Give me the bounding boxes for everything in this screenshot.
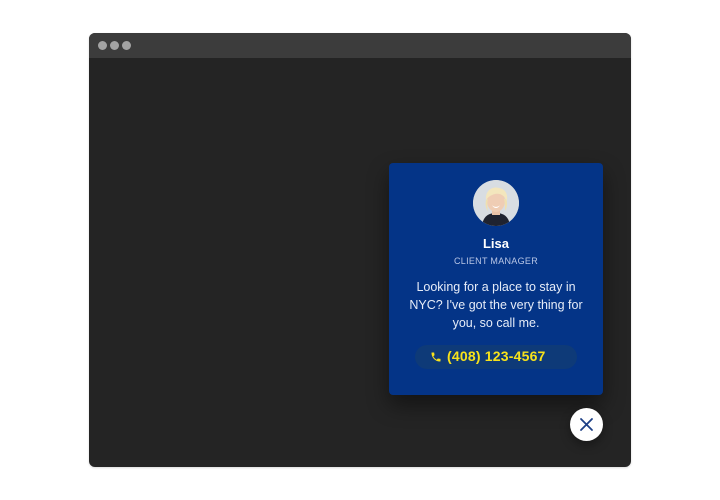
title-bar	[89, 33, 631, 58]
window-close-dot[interactable]	[98, 41, 107, 50]
agent-role: CLIENT MANAGER	[453, 256, 539, 266]
avatar-photo	[473, 180, 519, 226]
phone-number[interactable]: (408) 123-4567	[447, 348, 546, 364]
close-icon	[580, 418, 593, 431]
close-widget-button[interactable]	[570, 408, 603, 441]
avatar	[473, 180, 519, 226]
agent-message: Looking for a place to stay in NYC? I've…	[409, 280, 583, 330]
phone-icon	[431, 352, 441, 362]
window-minimize-dot[interactable]	[110, 41, 119, 50]
window-maximize-dot[interactable]	[122, 41, 131, 50]
agent-name: Lisa	[482, 236, 509, 251]
contact-widget-card: Lisa CLIENT MANAGER Looking for a place …	[389, 163, 603, 395]
call-button[interactable]: (408) 123-4567	[415, 345, 577, 369]
